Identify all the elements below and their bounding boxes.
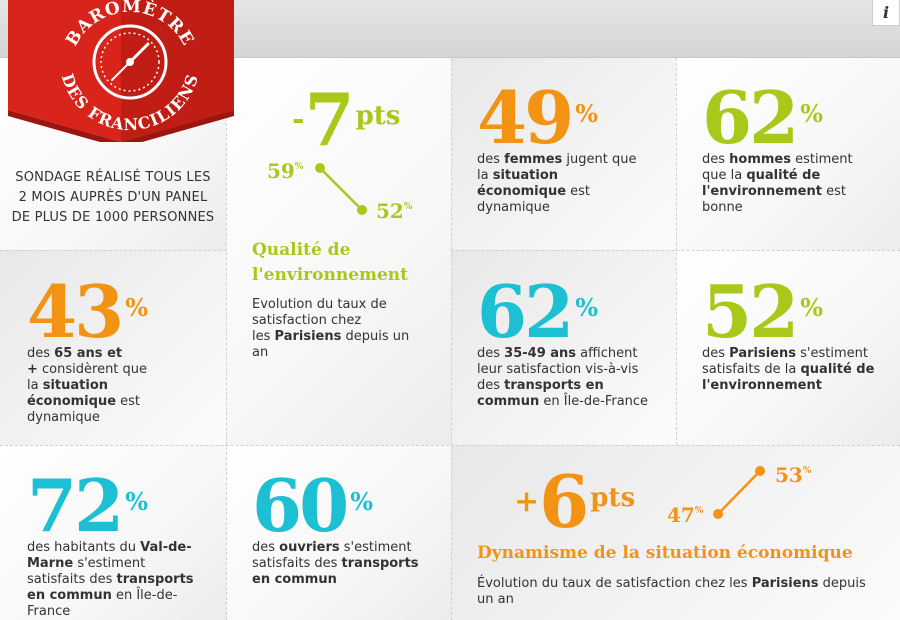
trend-env-description: Evolution du taux de satisfaction chez l… [252,297,410,360]
trend-env-end-label: 52% [376,199,413,223]
stat-desc-parisiens: des Parisiens s'estiment satisfaits de l… [702,346,875,393]
grid-divider [0,445,900,446]
stat-desc-val-de-marne: des habitants du Val-de- Marne s'estimen… [27,540,194,619]
info-button[interactable]: i [872,0,900,26]
grid-divider [451,250,900,251]
trend-eco-start-point [713,509,723,519]
barometre-logo: BAROMÈTRE DES FRANCILIENS [8,0,234,142]
trend-eco-start-label: 47% [667,503,704,527]
trend-env-end-point [357,205,367,215]
survey-intro-line: DE PLUS DE 1000 PERSONNES [11,210,215,225]
stat-value-val-de-marne: 72% [27,463,149,548]
survey-intro-line: SONDAGE RÉALISÉ TOUS LES [15,170,211,185]
grid-divider [676,58,677,445]
stat-value-seniors: 43% [27,269,149,354]
stat-value-35-49: 62% [477,269,599,354]
grid-divider [226,58,227,620]
survey-intro: SONDAGE RÉALISÉ TOUS LES 2 MOIS AUPRÈS D… [8,168,218,228]
stat-desc-men: des hommes estiment que la qualité de l'… [702,152,853,215]
stat-desc-35-49: des 35-49 ans affichent leur satisfactio… [477,346,649,409]
trend-eco-description: Évolution du taux de satisfaction chez l… [477,576,866,607]
trend-eco-slope: 47% 53% [667,463,812,527]
grid-divider [451,58,452,620]
grid-divider [0,250,226,251]
trend-eco-end-label: 53% [775,463,812,487]
survey-intro-line: 2 MOIS AUPRÈS D'UN PANEL [18,190,208,205]
trend-env-title: Qualité de l'environnement [252,240,409,285]
stat-value-women: 49% [477,75,599,160]
stat-desc-seniors: des 65 ans et + considèrent que la situa… [27,346,148,425]
stat-desc-ouvriers: des ouvriers s'estiment satisfaits des t… [252,540,419,587]
stat-value-ouvriers: 60% [252,463,374,548]
trend-eco-title: Dynamisme de la situation économique [477,543,853,563]
trend-eco-headline: +6 pts [514,459,636,544]
trend-eco-end-point [755,466,765,476]
trend-env-slope: 59% 52% [267,159,413,223]
trend-env-start-point [315,163,325,173]
stat-desc-women: des femmes jugent que la situation écono… [477,152,637,215]
stat-value-men: 62% [702,75,824,160]
trend-env-start-label: 59% [267,159,304,183]
stat-value-parisiens: 52% [702,269,824,354]
